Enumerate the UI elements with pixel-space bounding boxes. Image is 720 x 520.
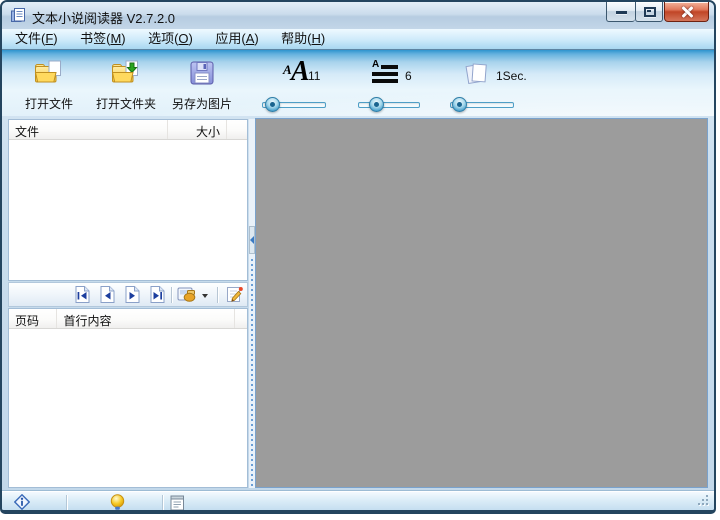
open-folder-label: 打开文件夹 [95,97,156,111]
menu-bar: 文件(F) 书签(M) 选项(O) 应用(A) 帮助(H) [2,29,714,50]
file-list-header: 文件 大小 [9,120,247,140]
bookmark-button[interactable] [177,285,197,305]
menu-item-bookmark[interactable]: 书签(M) [80,29,126,49]
menu-item-file[interactable]: 文件(F) [15,29,58,49]
line-spacing-value: 6 [405,69,412,83]
status-bar [2,490,714,510]
column-header-page[interactable]: 页码 [9,309,58,328]
column-header-spare [235,309,247,328]
app-window: 文本小说阅读器 V2.7.2.0 文件(F) 书签(M) 选项(O) 应用(A)… [0,0,716,514]
toolbar: 打开文件 打开文件夹 另存为图片 A A 11 A 6 1Sec. [2,50,714,116]
toolbar-separator [217,287,218,303]
close-button[interactable] [664,2,709,22]
open-file-button[interactable]: 打开文件 [16,59,82,111]
column-header-size[interactable]: 大小 [168,120,227,139]
bookmark-dropdown-arrow[interactable] [202,294,208,298]
menu-item-help[interactable]: 帮助(H) [281,29,325,49]
reading-area[interactable] [255,118,708,488]
line-spacing-slider-thumb[interactable] [369,97,384,112]
line-spacing-slider-track[interactable] [358,102,420,108]
font-size-slider[interactable] [262,97,326,113]
resize-grip[interactable] [696,493,709,506]
line-spacing-slider[interactable] [358,97,420,113]
page-interval-icon [464,61,490,93]
column-header-spare [227,120,247,139]
app-icon [10,7,26,23]
save-as-image-button[interactable]: 另存为图片 [164,59,240,111]
open-file-icon [16,59,82,92]
close-icon [681,6,693,18]
maximize-icon [644,7,656,17]
next-page-button[interactable] [123,285,143,305]
last-page-button[interactable] [148,285,168,305]
column-header-firstline[interactable]: 首行内容 [57,309,235,328]
page-interval-value: 1Sec. [496,69,527,83]
column-header-file[interactable]: 文件 [9,120,168,139]
statusbar-separator [162,495,163,510]
menu-item-options[interactable]: 选项(O) [148,29,193,49]
edit-button[interactable] [225,285,245,305]
open-file-label: 打开文件 [24,97,73,111]
line-spacing-icon: A [372,59,398,88]
minimize-icon [616,11,627,14]
page-list-header: 页码 首行内容 [9,309,247,329]
title-bar[interactable]: 文本小说阅读器 V2.7.2.0 [2,2,714,29]
window-title: 文本小说阅读器 V2.7.2.0 [32,11,176,26]
page-interval-slider[interactable] [450,97,514,113]
font-size-slider-thumb[interactable] [265,97,280,112]
font-size-value: 11 [308,69,321,83]
workspace: 文件 大小 页码 首行内容 [2,116,714,490]
window-controls [606,2,709,22]
notes-icon[interactable] [170,494,185,510]
prev-page-button[interactable] [98,285,118,305]
file-list-panel: 文件 大小 [8,119,248,281]
minimize-button[interactable] [606,2,635,22]
file-list-body[interactable] [9,140,247,280]
maximize-button[interactable] [635,2,663,22]
page-nav-toolbar [8,282,248,307]
open-folder-button[interactable]: 打开文件夹 [88,59,164,111]
menu-item-apply[interactable]: 应用(A) [215,29,258,49]
statusbar-separator [66,495,67,510]
first-page-button[interactable] [73,285,93,305]
page-list-panel: 页码 首行内容 [8,308,248,488]
open-folder-icon [88,59,164,92]
save-as-image-label: 另存为图片 [171,97,232,111]
page-interval-slider-thumb[interactable] [452,97,467,112]
info-icon[interactable] [13,493,31,510]
toolbar-separator [171,287,172,303]
tip-icon[interactable] [110,494,125,510]
save-as-image-icon [164,59,240,92]
page-list-body[interactable] [9,329,247,487]
